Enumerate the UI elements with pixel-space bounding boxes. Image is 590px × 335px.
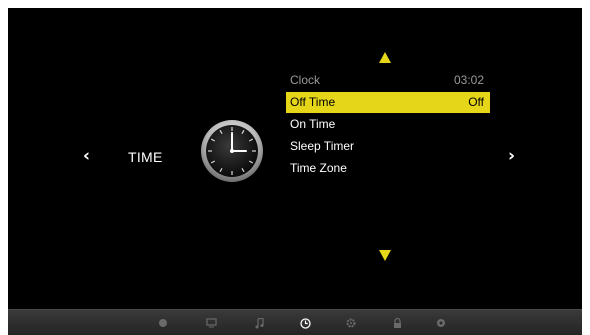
next-category-button[interactable]: › (508, 146, 515, 166)
menu-item-label: Time Zone (290, 161, 347, 175)
category-bar (8, 309, 582, 335)
menu-item-clock: Clock 03:02 (286, 70, 490, 91)
menu-item-value: 03:02 (453, 73, 484, 87)
gear-icon[interactable] (344, 316, 358, 330)
menu-item-label: Off Time (290, 95, 336, 109)
menu-item-label: On Time (290, 117, 336, 131)
menu-item-time-zone[interactable]: Time Zone (286, 158, 490, 179)
menu-item-off-time[interactable]: Off Time Off (286, 92, 490, 113)
lock-icon[interactable] (390, 316, 404, 330)
screen-icon[interactable] (204, 316, 218, 330)
settings-icon[interactable] (434, 316, 448, 330)
scroll-up-arrow-icon[interactable] (379, 52, 391, 63)
menu-item-label: Sleep Timer (290, 139, 355, 153)
time-settings-menu: Clock 03:02 Off Time Off On Time Sleep T… (286, 70, 490, 180)
scroll-down-arrow-icon[interactable] (379, 250, 391, 261)
music-note-icon[interactable] (252, 316, 266, 330)
menu-item-value: Off (468, 95, 484, 109)
menu-item-on-time[interactable]: On Time (286, 114, 490, 135)
tv-screen: ‹ TIME Clock 03:02 Off Time Off On Time … (8, 8, 582, 335)
picture-icon[interactable] (156, 316, 170, 330)
category-title: TIME (128, 149, 163, 165)
clock-icon (201, 120, 263, 182)
menu-item-sleep-timer[interactable]: Sleep Timer (286, 136, 490, 157)
menu-item-label: Clock (290, 73, 321, 87)
clock-tab-icon[interactable] (298, 316, 312, 330)
previous-category-button[interactable]: ‹ (83, 146, 90, 166)
